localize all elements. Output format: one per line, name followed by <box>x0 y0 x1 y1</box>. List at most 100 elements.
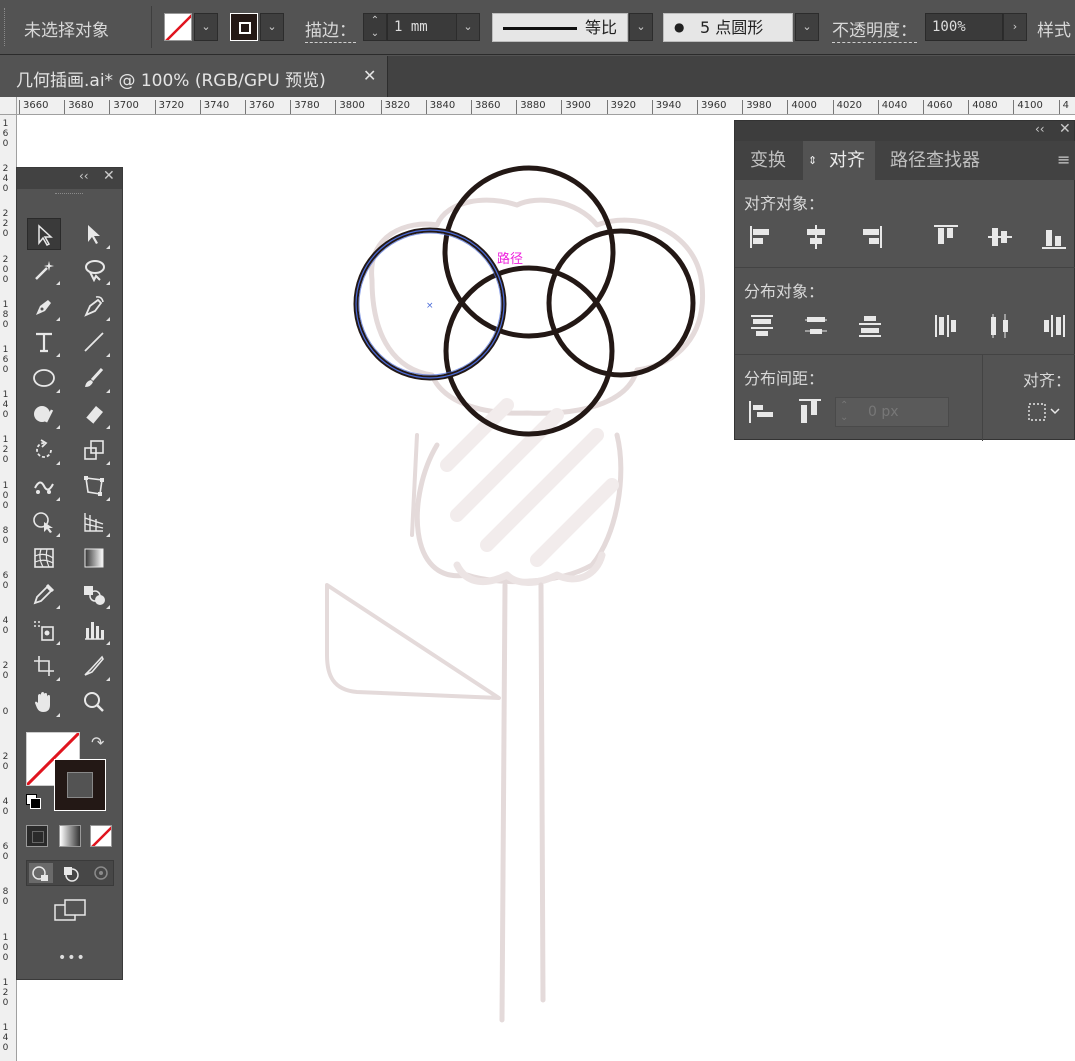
horizontal-ruler[interactable]: 3660 3680 3700 3720 3740 3760 3780 3800 3820 3840… <box>17 97 1075 115</box>
tab-pathfinder[interactable]: 路径查找器 <box>875 141 995 180</box>
align-left-button[interactable] <box>747 222 777 252</box>
symbol-sprayer-tool[interactable] <box>27 614 61 646</box>
horizontal-distribute-space-button[interactable] <box>795 397 825 427</box>
align-top-button[interactable] <box>931 222 961 252</box>
ruler-tick-label: 1 2 0 <box>2 435 9 466</box>
direct-selection-tool[interactable] <box>77 218 111 250</box>
close-icon[interactable]: ✕ <box>1059 121 1071 137</box>
align-to-dropdown[interactable] <box>1025 397 1065 427</box>
fill-dropdown-button[interactable]: ⌄ <box>194 13 218 41</box>
panel-menu-icon[interactable]: ≡ <box>1057 150 1070 169</box>
control-bar-grip[interactable] <box>4 8 8 46</box>
stroke-swatch[interactable] <box>230 13 258 41</box>
collapse-icon[interactable]: ‹‹ <box>1035 122 1045 136</box>
slice-tool[interactable] <box>77 650 111 682</box>
tab-align[interactable]: ⇕ 对齐 <box>803 141 875 180</box>
ruler-tick-label: 3660 <box>19 100 48 114</box>
fill-swatch[interactable] <box>164 13 192 41</box>
rotate-tool[interactable] <box>27 434 61 466</box>
ruler-tick-label: 3760 <box>245 100 274 114</box>
blend-tool[interactable] <box>77 578 111 610</box>
ruler-tick-label: 3780 <box>290 100 320 114</box>
color-mode-button[interactable] <box>26 825 48 847</box>
distribute-vertical-center-button[interactable] <box>801 311 831 341</box>
draw-behind-button[interactable] <box>59 863 83 883</box>
opacity-flyout-button[interactable]: › <box>1003 13 1027 41</box>
ruler-tick-label: 4 0 <box>2 797 9 817</box>
stroke-color-box[interactable] <box>54 759 106 811</box>
brush-dropdown[interactable]: ⌄ <box>795 13 819 41</box>
gradient-tool[interactable] <box>77 542 111 574</box>
swap-fill-stroke-icon[interactable]: ↷ <box>91 733 104 752</box>
stroke-label[interactable]: 描边： <box>305 16 356 43</box>
lasso-tool[interactable] <box>77 254 111 286</box>
column-graph-tool[interactable] <box>77 614 111 646</box>
align-panel-header[interactable]: ‹‹ ✕ <box>735 121 1074 141</box>
eyedropper-tool[interactable] <box>27 578 61 610</box>
distribute-horizontal-center-button[interactable] <box>985 311 1015 341</box>
zoom-tool[interactable] <box>77 686 111 718</box>
line-segment-tool[interactable] <box>77 326 111 358</box>
stroke-dropdown-button[interactable]: ⌄ <box>260 13 284 41</box>
screen-mode-button[interactable] <box>53 898 87 924</box>
align-right-button[interactable] <box>855 222 885 252</box>
artboard-tool[interactable] <box>27 650 61 682</box>
type-tool[interactable] <box>27 326 61 358</box>
distribute-top-button[interactable] <box>747 311 777 341</box>
ruler-origin[interactable] <box>0 97 17 115</box>
ruler-tick-label: 4020 <box>832 100 862 114</box>
free-transform-tool[interactable] <box>77 470 111 502</box>
align-to-selection-icon <box>1028 403 1060 421</box>
distribute-bottom-button[interactable] <box>855 311 885 341</box>
hand-tool[interactable] <box>27 686 61 718</box>
scale-tool[interactable] <box>77 434 111 466</box>
puppet-warp-tool[interactable] <box>27 470 61 502</box>
vertical-ruler[interactable]: 1 6 0 2 4 0 2 2 0 2 0 0 1 8 0 1 6 0 1 4 0 1 2 0… <box>0 115 17 1061</box>
curvature-tool[interactable] <box>77 290 111 322</box>
stroke-weight-dropdown[interactable]: ⌄ <box>456 13 480 41</box>
draw-normal-button[interactable] <box>29 863 53 883</box>
document-tab[interactable]: 几何插画.ai* @ 100% (RGB/GPU 预览) ✕ <box>0 56 388 97</box>
circle-bottom[interactable] <box>443 265 615 437</box>
close-icon[interactable]: ✕ <box>363 66 376 85</box>
none-mode-button[interactable] <box>90 825 112 847</box>
selection-tool[interactable] <box>27 218 61 250</box>
variable-width-profile[interactable]: 等比 <box>492 13 628 42</box>
eraser-tool[interactable] <box>77 398 111 430</box>
panel-grip[interactable] <box>55 193 83 197</box>
style-label[interactable]: 样式 <box>1037 16 1071 41</box>
brush-definition[interactable]: ● 5 点圆形 <box>663 13 793 42</box>
draw-inside-button[interactable] <box>89 863 113 883</box>
gradient-mode-button[interactable] <box>59 825 81 847</box>
paintbrush-tool[interactable] <box>77 362 111 394</box>
shape-builder-tool[interactable] <box>27 506 61 538</box>
tab-transform[interactable]: 变换 <box>735 141 801 180</box>
collapse-icon[interactable]: ‹‹ <box>79 169 89 183</box>
pen-tool[interactable] <box>27 290 61 322</box>
default-colors-icon[interactable] <box>26 794 41 809</box>
profile-dropdown[interactable]: ⌄ <box>629 13 653 41</box>
magic-wand-tool[interactable] <box>27 254 61 286</box>
align-horizontal-center-button[interactable] <box>801 222 831 252</box>
opacity-input[interactable]: 100% <box>925 13 1003 41</box>
align-vertical-center-button[interactable] <box>985 222 1015 252</box>
ruler-tick-label: 3860 <box>471 100 500 114</box>
align-bottom-button[interactable] <box>1039 222 1069 252</box>
spacing-input[interactable]: ⌃ ⌄ 0 px <box>835 397 949 427</box>
stroke-weight-input[interactable]: 1 mm <box>387 13 457 41</box>
align-objects-label: 对齐对象： <box>744 194 825 213</box>
stroke-weight-stepper[interactable]: ⌃ ⌄ <box>363 13 387 41</box>
opacity-label[interactable]: 不透明度： <box>832 16 917 43</box>
perspective-grid-tool[interactable] <box>77 506 111 538</box>
mesh-tool[interactable] <box>27 542 61 574</box>
tools-panel-header[interactable]: ‹‹ ✕ <box>17 168 122 189</box>
vertical-distribute-space-button[interactable] <box>747 397 777 427</box>
shaper-tool[interactable] <box>27 398 61 430</box>
circle-top[interactable] <box>442 165 616 339</box>
close-icon[interactable]: ✕ <box>103 168 115 184</box>
circle-right[interactable] <box>546 228 696 378</box>
ellipse-tool[interactable] <box>27 362 61 394</box>
distribute-right-button[interactable] <box>1039 311 1069 341</box>
distribute-left-button[interactable] <box>931 311 961 341</box>
more-tools-icon[interactable]: ••• <box>58 950 86 966</box>
